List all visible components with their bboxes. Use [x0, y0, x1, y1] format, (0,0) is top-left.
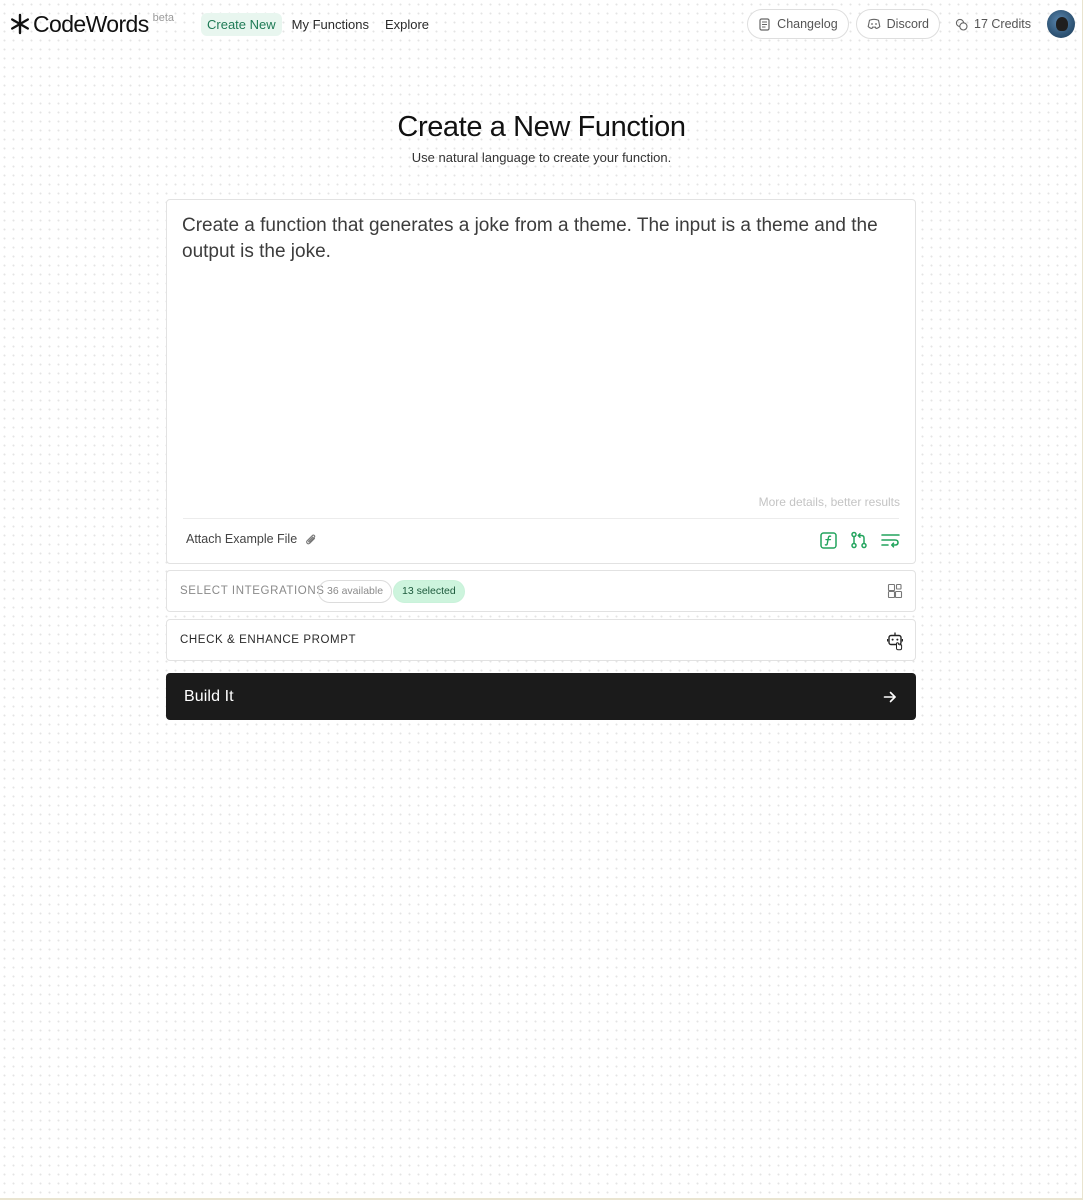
build-label: Build It: [184, 687, 234, 705]
credits-indicator[interactable]: 17 Credits: [955, 17, 1031, 31]
enhance-label: CHECK & ENHANCE PROMPT: [180, 634, 357, 646]
card-divider: [183, 518, 899, 519]
attach-label: Attach Example File: [186, 532, 298, 546]
prompt-hint: More details, better results: [758, 495, 900, 509]
asterisk-logo-icon: [11, 13, 29, 35]
document-icon: [759, 17, 770, 31]
top-bar: CodeWords beta Create New My Functions E…: [0, 0, 1083, 50]
filter-tool-button[interactable]: [880, 530, 900, 550]
discord-button[interactable]: Discord: [855, 9, 941, 39]
credits-label: 17 Credits: [974, 17, 1031, 31]
grid-add-icon[interactable]: [887, 583, 903, 599]
nav-explore[interactable]: Explore: [379, 13, 435, 36]
avatar[interactable]: [1047, 10, 1075, 38]
git-branch-icon: [851, 531, 867, 549]
changelog-button[interactable]: Changelog: [747, 9, 849, 39]
prompt-tools: [807, 530, 900, 550]
page-subtitle: Use natural language to create your func…: [411, 150, 672, 165]
build-it-button[interactable]: Build It: [166, 673, 916, 720]
logo[interactable]: CodeWords beta: [9, 10, 174, 38]
filter-icon: [880, 533, 900, 548]
discord-label: Discord: [886, 17, 930, 31]
arrow-right-icon: [883, 691, 896, 702]
main-nav: Create New My Functions Explore: [201, 13, 439, 36]
nav-create-new[interactable]: Create New: [201, 13, 282, 36]
paperclip-icon: [306, 534, 316, 544]
nav-my-functions[interactable]: My Functions: [286, 13, 375, 36]
check-enhance-prompt[interactable]: CHECK & ENHANCE PROMPT: [166, 619, 916, 661]
discord-icon: [867, 18, 880, 29]
page-heading: Create a New Function Use natural langua…: [0, 108, 1083, 165]
beta-label: beta: [152, 12, 175, 24]
branch-tool-button[interactable]: [849, 530, 869, 550]
prompt-input[interactable]: Create a function that generates a joke …: [182, 213, 897, 265]
select-integrations[interactable]: SELECT INTEGRATIONS 36 available 13 sele…: [166, 570, 916, 612]
changelog-label: Changelog: [777, 17, 838, 31]
integrations-label: SELECT INTEGRATIONS: [180, 585, 325, 597]
available-badge: 36 available: [318, 580, 393, 603]
page-title: Create a New Function: [397, 111, 686, 143]
prompt-card: Create a function that generates a joke …: [166, 199, 916, 564]
top-right-actions: Changelog Discord 17 Credits: [747, 9, 1075, 39]
logo-text: CodeWords: [33, 11, 149, 37]
function-tool-button[interactable]: [818, 530, 838, 550]
function-icon: [819, 531, 837, 549]
coins-icon: [955, 18, 968, 31]
attach-file-button[interactable]: Attach Example File: [186, 532, 317, 546]
selected-badge: 13 selected: [393, 580, 465, 603]
robot-icon[interactable]: [887, 631, 903, 651]
